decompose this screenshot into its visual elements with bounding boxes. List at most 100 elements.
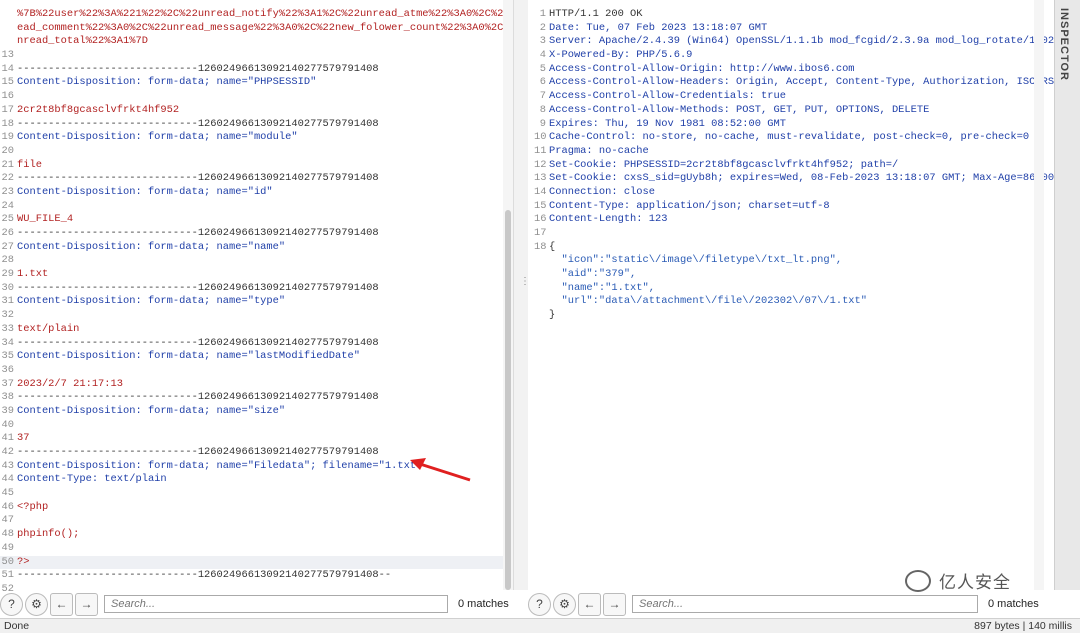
code-line[interactable]: 31 Content-Disposition: form-data; name="… (0, 295, 513, 309)
code-line[interactable]: 30 -----------------------------126024966… (0, 282, 513, 296)
code-line[interactable]: 2 Date: Tue, 07 Feb 2023 13:18:07 GMT (534, 22, 1054, 36)
code-line[interactable]: 32 (0, 309, 513, 323)
line-text: -----------------------------12602496613… (17, 391, 379, 404)
line-text: Set-Cookie: PHPSESSID=2cr2t8bf8gcasclvfr… (549, 158, 899, 171)
line-number: 15 (534, 199, 547, 212)
code-line[interactable]: 40 (0, 419, 513, 433)
code-line[interactable]: 20 (0, 145, 513, 159)
code-line[interactable]: 3 Server: Apache/2.4.39 (Win64) OpenSSL/1… (534, 35, 1054, 49)
code-line[interactable]: 47 (0, 514, 513, 528)
code-line[interactable]: nread_total%22%3A1%7D (0, 35, 513, 49)
code-line[interactable]: 11 Pragma: no-cache (534, 145, 1054, 159)
line-number (0, 35, 17, 49)
code-line[interactable]: "url":"data\/attachment\/file\/202302\/0… (534, 295, 1054, 309)
line-number: 22 (1, 172, 14, 185)
gear-icon[interactable]: ⚙ (25, 592, 48, 616)
code-line[interactable]: 16 Content-Length: 123 (534, 213, 1054, 227)
code-line[interactable]: 41 37 (0, 432, 513, 446)
line-number: 28 (1, 254, 14, 267)
code-line[interactable]: 33 text/plain (0, 323, 513, 337)
code-line[interactable]: 10 Cache-Control: no-store, no-cache, mus… (534, 131, 1054, 145)
inspector-panel[interactable]: INSPECTOR (1054, 0, 1080, 590)
code-line[interactable]: 28 (0, 254, 513, 268)
code-line[interactable]: 39 Content-Disposition: form-data; name="… (0, 405, 513, 419)
arrow-left-icon[interactable]: ← (50, 592, 73, 616)
response-viewer[interactable]: 1 HTTP/1.1 200 OK 2 Date: Tue, 07 Feb 2023 … (528, 0, 1054, 590)
request-search-input[interactable] (104, 595, 448, 613)
help-icon[interactable]: ? (0, 592, 23, 616)
line-number (534, 295, 549, 309)
code-line[interactable]: 46 <?php (0, 501, 513, 515)
line-text: Content-Disposition: form-data; name="na… (17, 240, 286, 253)
code-line[interactable]: 51 -----------------------------126024966… (0, 569, 513, 583)
code-line[interactable]: 50 ?> (0, 555, 513, 570)
code-line[interactable]: 22 -----------------------------126024966… (0, 172, 513, 186)
response-search-input[interactable] (632, 595, 978, 613)
code-line[interactable]: 15 Content-Disposition: form-data; name="… (0, 76, 513, 90)
line-number: 16 (534, 213, 547, 226)
code-line[interactable]: 8 Access-Control-Allow-Methods: POST, GET… (534, 104, 1054, 118)
response-lines: 1 HTTP/1.1 200 OK 2 Date: Tue, 07 Feb 2023 … (534, 8, 1054, 323)
gear-icon[interactable]: ⚙ (553, 592, 576, 616)
code-line[interactable]: 13 (0, 49, 513, 63)
code-line[interactable]: ead_comment%22%3A0%2C%22unread_message%2… (0, 22, 513, 36)
line-number: 40 (1, 418, 14, 431)
code-line[interactable]: 14 Connection: close (534, 186, 1054, 200)
line-text: Content-Disposition: form-data; name="Fi… (17, 459, 423, 472)
code-line[interactable]: "icon":"static\/image\/filetype\/txt_lt.… (534, 254, 1054, 268)
watermark-text: 亿人安全 (939, 573, 1011, 592)
code-line[interactable]: 25 WU_FILE_4 (0, 213, 513, 227)
code-line[interactable]: 34 -----------------------------126024966… (0, 337, 513, 351)
code-line[interactable]: "aid":"379", (534, 268, 1054, 282)
code-line[interactable]: 36 (0, 364, 513, 378)
code-line[interactable]: 29 1.txt (0, 268, 513, 282)
code-line[interactable]: 7 Access-Control-Allow-Credentials: true (534, 90, 1054, 104)
code-line[interactable]: 17 (534, 227, 1054, 241)
line-number: 15 (1, 76, 14, 89)
code-line[interactable]: 16 (0, 90, 513, 104)
line-number: 33 (1, 322, 14, 335)
code-line[interactable]: 45 (0, 487, 513, 501)
code-line[interactable]: 19 Content-Disposition: form-data; name="… (0, 131, 513, 145)
line-number: 32 (1, 309, 14, 322)
code-line[interactable]: 1 HTTP/1.1 200 OK (534, 8, 1054, 22)
code-line[interactable]: 49 (0, 542, 513, 556)
code-line[interactable]: 26 -----------------------------126024966… (0, 227, 513, 241)
line-text: text/plain (17, 322, 80, 335)
request-editor[interactable]: %7B%22user%22%3A%221%22%2C%22unread_noti… (0, 0, 513, 595)
request-scrollbar[interactable] (503, 0, 513, 590)
request-scroll-thumb[interactable] (505, 210, 511, 590)
code-line[interactable]: 4 X-Powered-By: PHP/5.6.9 (534, 49, 1054, 63)
code-line[interactable]: 27 Content-Disposition: form-data; name="… (0, 241, 513, 255)
code-line[interactable]: "name":"1.txt", (534, 282, 1054, 296)
code-line[interactable]: } (534, 309, 1054, 323)
line-number: 27 (1, 240, 14, 253)
code-line[interactable]: 6 Access-Control-Allow-Headers: Origin, A… (534, 76, 1054, 90)
code-line[interactable]: 14 -----------------------------126024966… (0, 63, 513, 77)
code-line[interactable]: 21 file (0, 159, 513, 173)
code-line[interactable]: 24 (0, 200, 513, 214)
code-line[interactable]: 9 Expires: Thu, 19 Nov 1981 08:52:00 GMT (534, 118, 1054, 132)
line-number: 26 (1, 227, 14, 239)
code-line[interactable]: 15 Content-Type: application/json; charse… (534, 200, 1054, 214)
request-footer: ? ⚙ ← → 0 matches (0, 590, 513, 618)
code-line[interactable]: 18{ (534, 241, 1054, 255)
code-line[interactable]: 35 Content-Disposition: form-data; name="… (0, 350, 513, 364)
response-scrollbar[interactable] (1034, 0, 1044, 590)
help-icon[interactable]: ? (528, 592, 551, 616)
code-line[interactable]: 23 Content-Disposition: form-data; name="… (0, 186, 513, 200)
code-line[interactable]: 13 Set-Cookie: cxsS_sid=gUyb8h; expires=W… (534, 172, 1054, 186)
code-line[interactable]: 18 -----------------------------126024966… (0, 118, 513, 132)
code-line[interactable]: 38 -----------------------------126024966… (0, 391, 513, 405)
code-line[interactable]: %7B%22user%22%3A%221%22%2C%22unread_noti… (0, 8, 513, 22)
line-text: ead_comment%22%3A0%2C%22unread_message%2… (17, 21, 513, 34)
line-number: 29 (1, 268, 14, 281)
code-line[interactable]: 5 Access-Control-Allow-Origin: http://www… (534, 63, 1054, 77)
arrow-right-icon[interactable]: → (75, 592, 98, 616)
code-line[interactable]: 37 2023/2/7 21:17:13 (0, 378, 513, 392)
code-line[interactable]: 17 2cr2t8bf8gcasclvfrkt4hf952 (0, 104, 513, 118)
arrow-right-icon[interactable]: → (603, 592, 626, 616)
code-line[interactable]: 48 phpinfo(); (0, 528, 513, 542)
arrow-left-icon[interactable]: ← (578, 592, 601, 616)
code-line[interactable]: 12 Set-Cookie: PHPSESSID=2cr2t8bf8gcasclv… (534, 159, 1054, 173)
